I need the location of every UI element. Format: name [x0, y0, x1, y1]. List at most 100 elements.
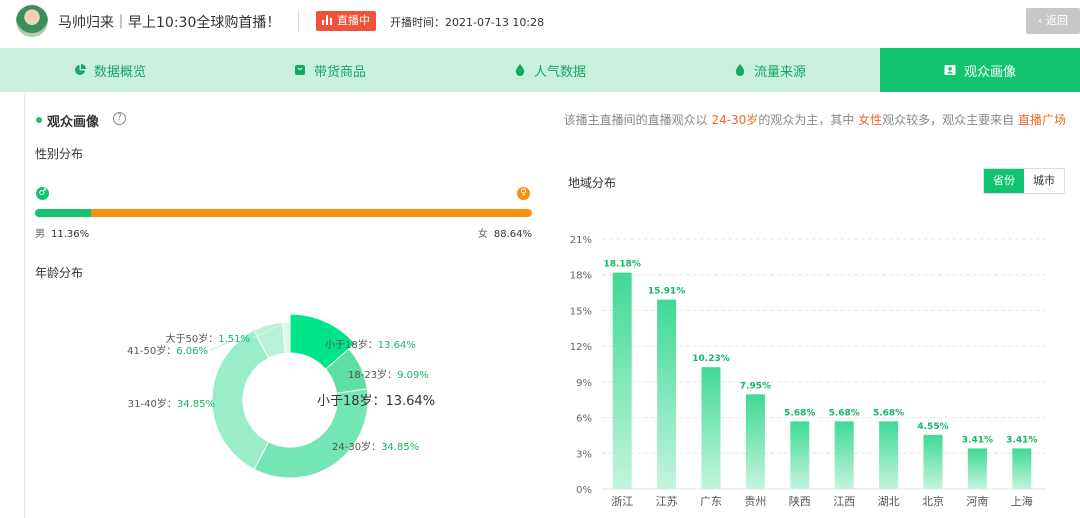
- live-badge: 直播中: [316, 11, 376, 31]
- header-divider: [298, 10, 299, 32]
- x-tick-label: 上海: [1011, 494, 1033, 508]
- female-label: 女 88.64%: [478, 225, 532, 240]
- donut-slice-value: 34.85%: [177, 399, 215, 410]
- x-tick-label: 江苏: [656, 495, 678, 508]
- region-bar[interactable]: [701, 367, 721, 489]
- bag-icon: [294, 65, 305, 75]
- region-bar-chart: 0% 3% 6% 9% 12% 15% 18% 21% 18.18% 浙江 15.91% 江苏 10.2…: [570, 235, 1046, 508]
- x-tick-label: 贵州: [744, 495, 766, 508]
- donut-slice-name: 24-30岁：: [332, 440, 381, 453]
- x-tick-label: 广东: [700, 495, 722, 508]
- bar-value-label: 10.23%: [692, 354, 730, 364]
- age-title: 年龄分布: [35, 266, 84, 280]
- summary-gender: 女性: [858, 113, 883, 127]
- donut-slice-name: 41-50岁：: [127, 344, 176, 357]
- bar-value-label: 15.91%: [648, 287, 686, 297]
- tab-traffic-source[interactable]: 流量来源: [660, 48, 880, 92]
- bar-value-label: 5.68%: [829, 408, 860, 418]
- back-button[interactable]: ‹ 返回: [1026, 8, 1080, 34]
- region-bar[interactable]: [834, 421, 854, 489]
- donut-slice-label: 18-23岁：9.09%: [348, 368, 429, 381]
- donut-slice-label: 大于50岁：1.51%: [165, 332, 250, 345]
- donut-slice-value: 6.06%: [176, 346, 208, 357]
- tab-label: 人气数据: [533, 64, 586, 80]
- region-bar[interactable]: [657, 299, 677, 489]
- male-label: 男 11.36%: [35, 225, 89, 240]
- region-bar[interactable]: [790, 421, 810, 489]
- tab-overview[interactable]: 数据概览: [0, 48, 220, 92]
- tab-audience-profile[interactable]: 观众画像: [880, 48, 1080, 92]
- male-icon: ♂: [36, 187, 49, 200]
- x-tick-label: 江西: [833, 495, 855, 508]
- y-tick-label: 21%: [570, 235, 592, 246]
- donut-slice-name: 小于18岁：: [325, 338, 378, 351]
- region-bar[interactable]: [923, 434, 943, 489]
- donut-slice-name: 18-23岁：: [348, 368, 397, 381]
- donut-slice-name: 大于50岁：: [165, 332, 218, 345]
- region-bar[interactable]: [879, 421, 899, 489]
- female-label-text: 女: [477, 229, 488, 240]
- y-tick-label: 18%: [570, 271, 592, 282]
- tab-bar: 数据概览 带货商品 人气数据 流量来源 观众画像: [0, 48, 1080, 92]
- tab-label: 带货商品: [313, 64, 366, 80]
- female-icon: ♀: [517, 187, 530, 200]
- summary-age: 24-30岁: [711, 113, 759, 127]
- donut-slice-value: 13.64%: [378, 340, 416, 351]
- avatar[interactable]: [16, 5, 48, 37]
- bar-value-label: 3.41%: [1006, 435, 1037, 445]
- start-time: 开播时间：2021-07-13 10:28: [390, 14, 544, 30]
- summary-source: 直播广场: [1017, 113, 1066, 127]
- bar-value-label: 4.55%: [917, 422, 948, 432]
- section-title: 观众画像: [47, 115, 100, 130]
- gender-title: 性别分布: [35, 147, 84, 161]
- header: 马帅归来｜早上10:30全球购首播！ 直播中 开播时间：2021-07-13 1…: [0, 0, 1080, 46]
- y-tick-label: 3%: [576, 449, 592, 460]
- help-icon[interactable]: ?: [113, 112, 126, 125]
- x-tick-label: 陕西: [789, 494, 811, 508]
- summary-text: 的观众为主，其中: [758, 113, 859, 127]
- live-badge-label: 直播中: [337, 14, 370, 27]
- bar-value-label: 5.68%: [873, 408, 904, 418]
- donut-slice-label: 41-50岁：6.06%: [127, 344, 208, 357]
- drop-icon: [735, 64, 745, 76]
- y-tick-label: 0%: [576, 485, 592, 496]
- female-value: 88.64%: [493, 229, 532, 240]
- x-tick-label: 湖北: [878, 495, 900, 508]
- section-dot: [36, 117, 42, 123]
- live-bars-icon: [322, 15, 334, 25]
- tab-products[interactable]: 带货商品: [220, 48, 440, 92]
- y-tick-label: 6%: [576, 414, 592, 425]
- donut-center-label: 小于18岁：13.64%: [317, 394, 435, 409]
- chevron-left-icon: ‹: [1038, 14, 1046, 27]
- toggle-city[interactable]: 城市: [1024, 169, 1064, 193]
- portrait-icon: [944, 65, 956, 75]
- age-donut-chart: 小于18岁：13.64%18-23岁：9.09%24-30岁：34.85%31-…: [127, 313, 435, 479]
- region-bar[interactable]: [745, 394, 765, 489]
- tab-label: 流量来源: [753, 64, 806, 80]
- donut-slice-value: 9.09%: [397, 370, 429, 381]
- x-tick-label: 浙江: [611, 495, 633, 508]
- bar-value-label: 5.68%: [784, 408, 815, 418]
- donut-slice[interactable]: [211, 329, 270, 470]
- donut-slice-label: 小于18岁：13.64%: [325, 338, 416, 351]
- region-toggle: 省份 城市: [983, 168, 1065, 194]
- bar-value-label: 3.41%: [962, 435, 993, 445]
- x-tick-label: 河南: [966, 495, 988, 508]
- summary-text: 观众较多，观众主要来自: [882, 113, 1018, 127]
- start-time-label: 开播时间：: [390, 16, 445, 29]
- back-label: 返回: [1045, 14, 1068, 27]
- male-value: 11.36%: [51, 229, 90, 240]
- start-time-value: 2021-07-13 10:28: [445, 16, 545, 29]
- drop-icon: [515, 64, 525, 76]
- streamer-title: 马帅归来｜早上10:30全球购首播！: [58, 15, 281, 31]
- region-title: 地域分布: [568, 176, 617, 190]
- region-bar[interactable]: [612, 272, 632, 489]
- tab-label: 数据概览: [93, 64, 146, 80]
- tab-popularity[interactable]: 人气数据: [440, 48, 660, 92]
- region-bar[interactable]: [967, 448, 987, 489]
- y-tick-label: 12%: [570, 342, 592, 353]
- male-label-text: 男: [35, 229, 45, 240]
- bar-value-label: 7.95%: [740, 381, 771, 391]
- region-bar[interactable]: [1012, 448, 1032, 489]
- toggle-province[interactable]: 省份: [984, 169, 1024, 193]
